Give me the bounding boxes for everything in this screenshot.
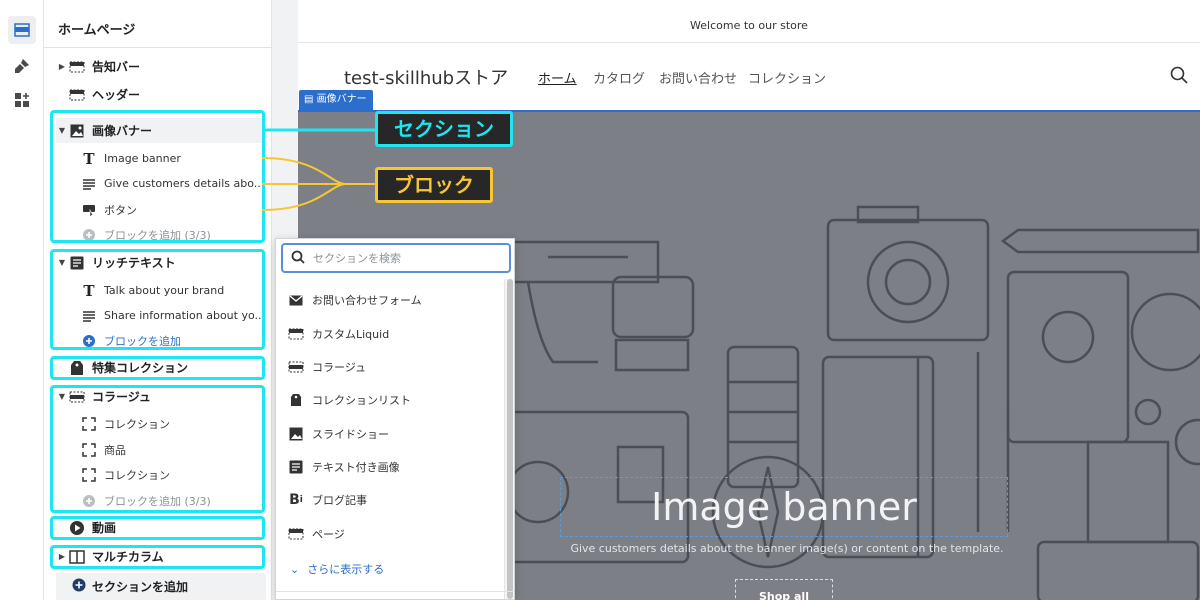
block-callout: ブロック (375, 167, 493, 203)
icon-rail (0, 0, 44, 600)
store-name[interactable]: test-skillhubストア (344, 64, 508, 90)
popup-item-custom-liquid[interactable]: カスタムLiquid (288, 322, 498, 346)
section-search-input[interactable] (313, 251, 493, 265)
section-announcement-bar[interactable]: ▶ 告知バー (56, 54, 266, 79)
banner-heading[interactable]: Image banner (560, 477, 1008, 537)
popup-item-collection-list[interactable]: コレクションリスト (288, 388, 498, 412)
popup-item-contact-form[interactable]: お問い合わせフォーム (288, 288, 498, 312)
popup-item-image-with-text[interactable]: テキスト付き画像 (288, 455, 498, 479)
header-icon (68, 86, 86, 104)
envelope-icon (288, 292, 304, 308)
layout-icon (288, 526, 304, 542)
add-section-button[interactable]: セクションを追加 (56, 573, 266, 600)
section-label: 告知バー (92, 60, 141, 74)
section-search-box[interactable] (281, 243, 511, 273)
section-highlight-frame (50, 545, 265, 569)
collage-icon (288, 359, 304, 375)
section-highlight-frame (50, 249, 265, 350)
banner-section-tag: ▤ 画像バナー (299, 90, 373, 110)
apps-blocks-icon[interactable] (8, 86, 36, 114)
scrollbar-thumb[interactable] (507, 279, 513, 599)
nav-link-home[interactable]: ホーム (538, 68, 577, 87)
caret-right-icon[interactable]: ▶ (56, 62, 68, 71)
popup-item-slideshow[interactable]: スライドショー (288, 422, 498, 446)
nav-link-contact[interactable]: お問い合わせ (659, 68, 737, 87)
tag-icon (288, 392, 304, 408)
search-icon (291, 250, 305, 267)
page-title: ホームページ (58, 23, 136, 38)
popup-item-page[interactable]: ページ (288, 522, 498, 546)
nav-link-catalog[interactable]: カタログ (593, 68, 645, 87)
section-highlight-frame (50, 516, 265, 540)
blog-icon: Bi (289, 492, 303, 508)
section-callout: セクション (375, 111, 513, 147)
banner-text[interactable]: Give customers details about the banner … (562, 542, 1012, 555)
section-highlight-frame (50, 385, 265, 513)
sections-icon[interactable] (8, 16, 36, 44)
section-highlight-frame (50, 356, 265, 380)
popup-scrollbar[interactable] (504, 279, 514, 599)
section-header[interactable]: ヘッダー (56, 82, 266, 107)
add-section-popup: お問い合わせフォーム カスタムLiquid コラージュ コレクションリスト スラ… (275, 238, 515, 600)
image-icon (288, 426, 304, 442)
popup-item-blog-posts[interactable]: Bi ブログ記事 (288, 488, 498, 512)
layout-icon (288, 326, 304, 342)
popup-item-collage[interactable]: コラージュ (288, 355, 498, 379)
show-more-link[interactable]: ⌄ さらに表示する (290, 561, 384, 577)
divider (276, 591, 514, 592)
search-icon[interactable] (1170, 66, 1188, 87)
chevron-down-icon: ⌄ (290, 562, 300, 576)
section-tag-icon: ▤ (304, 94, 314, 105)
announcement-text: Welcome to our store (298, 0, 1200, 43)
text-block-icon (288, 459, 304, 475)
section-highlight-frame (50, 110, 265, 243)
plus-circle-icon (72, 578, 86, 595)
nav-link-collection[interactable]: コレクション (748, 68, 826, 87)
shop-all-button[interactable]: Shop all (735, 579, 833, 600)
section-label: ヘッダー (92, 88, 141, 102)
theme-settings-brush-icon[interactable] (8, 52, 36, 80)
divider (44, 47, 272, 48)
announcement-bar-icon (68, 58, 86, 76)
